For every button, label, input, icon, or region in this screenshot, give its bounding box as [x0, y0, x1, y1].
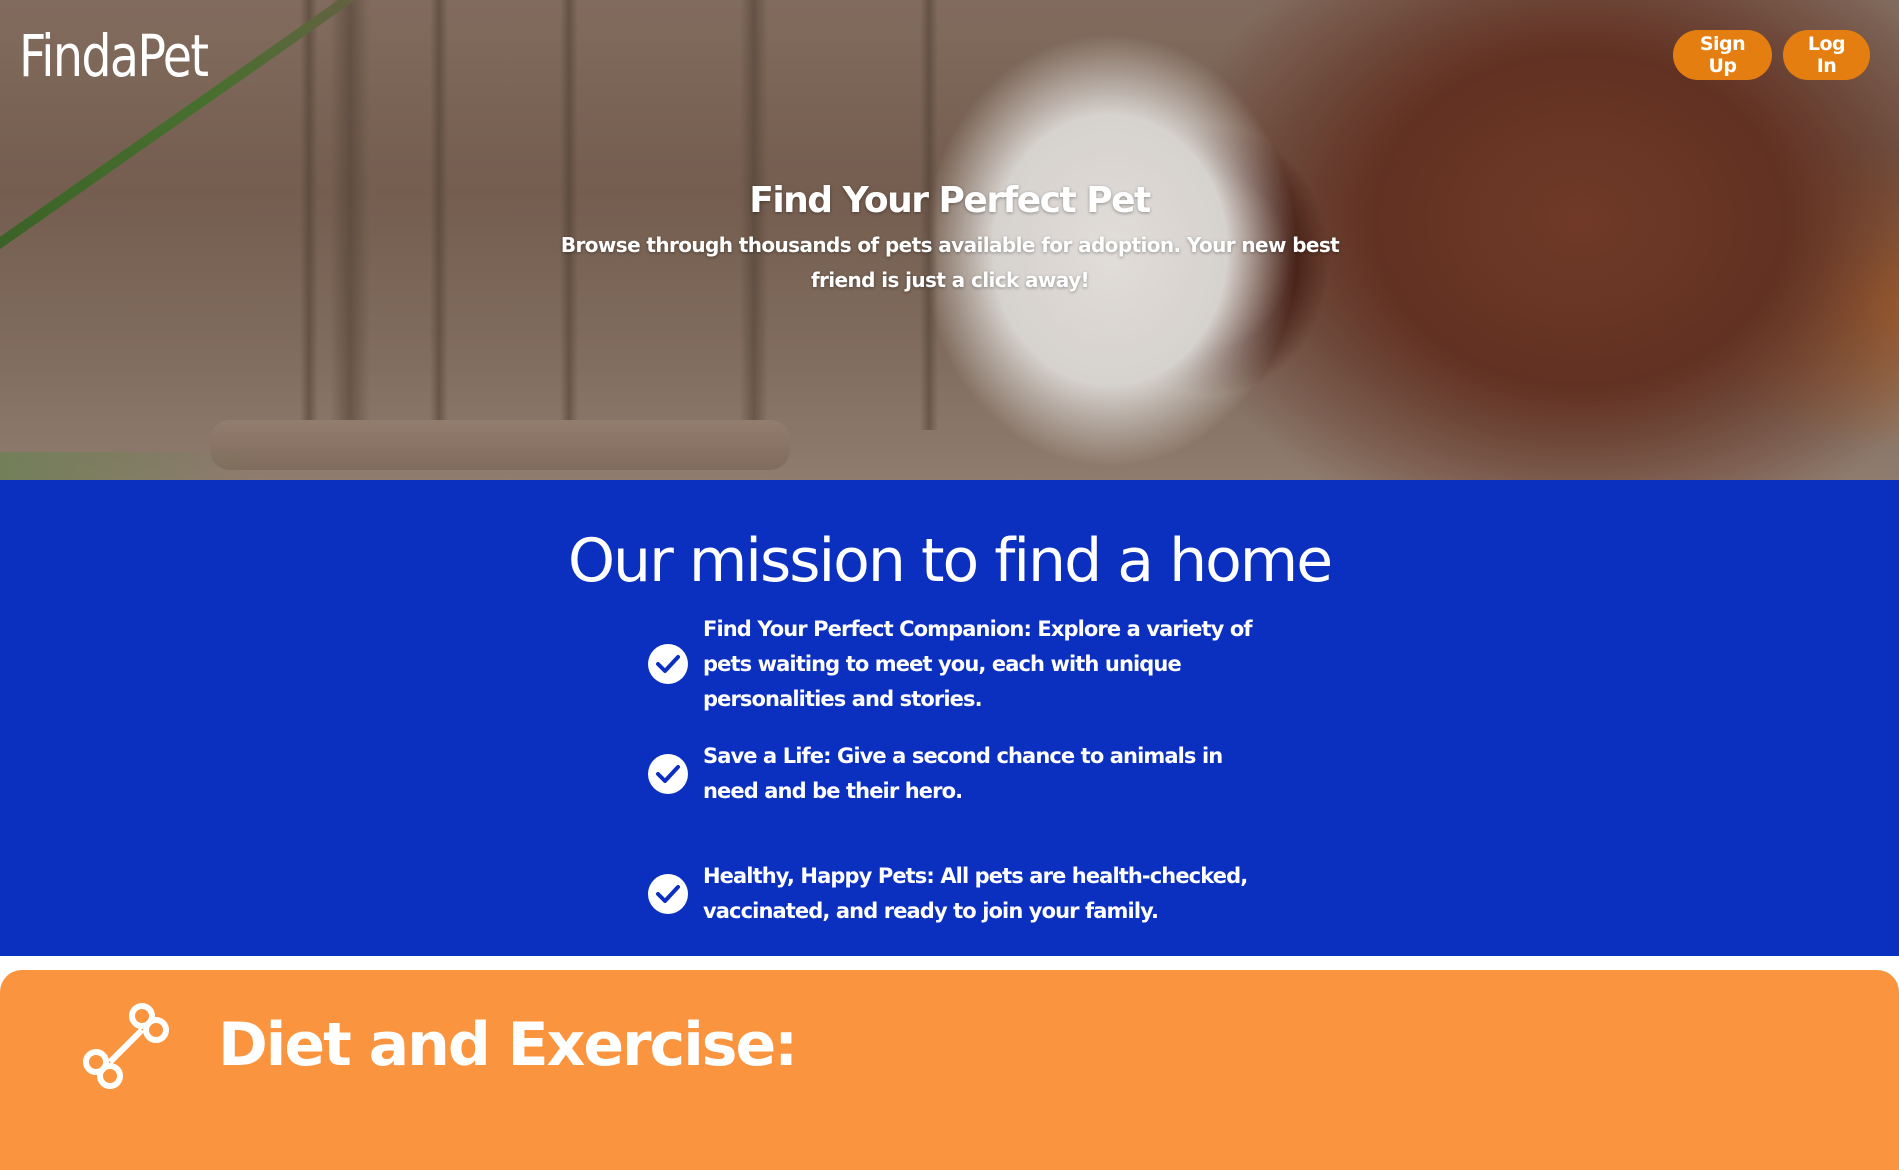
site-logo[interactable]: FindaPet	[19, 22, 209, 90]
auth-buttons: Sign Up Log In	[1673, 30, 1870, 80]
mission-section: Our mission to find a home Find Your Per…	[0, 480, 1899, 956]
mission-item: Save a Life: Give a second chance to ani…	[648, 714, 1268, 834]
log-in-button[interactable]: Log In	[1783, 30, 1870, 80]
check-circle-icon	[648, 754, 688, 794]
mission-item: Healthy, Happy Pets: All pets are health…	[648, 834, 1268, 954]
check-circle-icon	[648, 874, 688, 914]
sign-up-button[interactable]: Sign Up	[1673, 30, 1772, 80]
diet-card: Diet and Exercise:	[0, 970, 1899, 1170]
mission-item-text: Healthy, Happy Pets: All pets are health…	[703, 864, 1248, 923]
hero-title: Find Your Perfect Pet	[749, 180, 1151, 221]
mission-item-text: Save a Life: Give a second chance to ani…	[703, 744, 1223, 803]
hero-section: FindaPet Sign Up Log In Find Your Perfec…	[0, 0, 1899, 480]
mission-item-text: Find Your Perfect Companion: Explore a v…	[703, 616, 1252, 711]
check-circle-icon	[648, 644, 688, 684]
mission-title: Our mission to find a home	[567, 526, 1333, 596]
mission-item: Find Your Perfect Companion: Explore a v…	[648, 614, 1268, 714]
bone-icon	[80, 992, 180, 1097]
mission-list: Find Your Perfect Companion: Explore a v…	[648, 617, 1268, 954]
hero-subtitle: Browse through thousands of pets availab…	[560, 233, 1340, 292]
diet-title: Diet and Exercise:	[218, 1010, 798, 1080]
